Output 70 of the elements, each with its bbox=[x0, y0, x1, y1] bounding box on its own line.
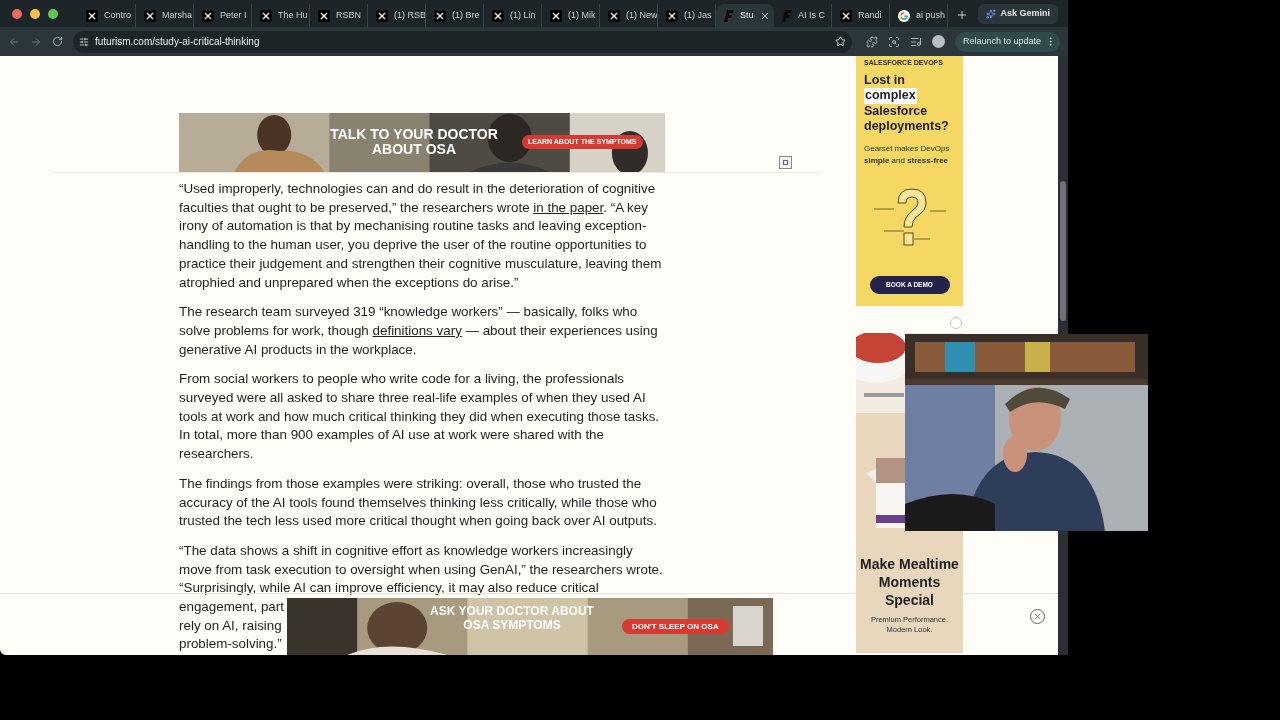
ad-headline: Salesforce deployments? bbox=[864, 103, 950, 135]
new-tab-icon[interactable] bbox=[956, 9, 968, 21]
tab-title: Peter I bbox=[220, 8, 247, 22]
close-window-button[interactable] bbox=[12, 8, 22, 19]
tab-title: AI Is C bbox=[798, 8, 825, 22]
bookmark-star-icon[interactable] bbox=[834, 36, 846, 47]
article-paragraph: “The data shows a shift in cognitive effort as knowledge workers increasingly move from task execution to oversight when using GenAI,” the researchers wrote. bbox=[179, 541, 664, 579]
tab-title: Stu bbox=[740, 8, 754, 22]
tab-title: The Hu bbox=[278, 8, 308, 22]
tab-title: (1) Lin bbox=[510, 8, 536, 22]
tab-title: (1) Bre bbox=[452, 8, 480, 22]
ad-body: Gearset makes DevOps simple and stress-free bbox=[864, 142, 951, 167]
x-logo-icon bbox=[550, 9, 562, 22]
address-field[interactable]: futurism.com/study-ai-critical-thinking bbox=[73, 30, 852, 53]
ad-choices-icon[interactable] bbox=[779, 156, 792, 169]
close-tab-icon[interactable] bbox=[759, 10, 770, 21]
extensions-icon[interactable] bbox=[865, 35, 878, 48]
article-link[interactable]: definitions vary bbox=[372, 322, 462, 338]
x-logo-icon bbox=[608, 9, 620, 22]
tab-title: Contro bbox=[104, 8, 131, 22]
article-text-line: “Surprisingly, while AI can improve efficiency, it may also reduce critical bbox=[179, 579, 599, 598]
x-logo-icon bbox=[144, 9, 156, 22]
x-logo-icon bbox=[318, 9, 330, 22]
tab-title: (1) New bbox=[626, 8, 657, 22]
tab-title: (1) RSB bbox=[394, 8, 425, 22]
ad-headline: complex bbox=[864, 88, 917, 104]
x-logo-icon bbox=[86, 9, 98, 22]
ad-headline: Make Mealtime Moments Special bbox=[859, 555, 960, 609]
ask-gemini-button[interactable]: Ask Gemini bbox=[978, 3, 1058, 24]
article-paragraph: “Used improperly, technologies can and do result in the deterioration of cognitive faculties that ought to be preserved,” the researchers wrote in the paper. “A key irony of automation is that by mechanising routine tasks and leaving exception-handling to the human user, you deprive the user of the routine opportunities to practice their judgement and strengthen their cognitive musculature, leaving them atrophied and unprepared when the exceptions do arise.” bbox=[179, 180, 663, 292]
x-logo-icon bbox=[492, 9, 504, 22]
article-link[interactable]: in the paper bbox=[533, 199, 604, 215]
ad-banner[interactable]: ASK YOUR DOCTOR ABOUT OSA SYMPTOMS DON'T SLEEP ON OSA bbox=[287, 598, 773, 655]
futurism-logo-icon bbox=[724, 9, 734, 22]
x-logo-icon bbox=[434, 9, 446, 22]
article-paragraph: From social workers to people who write code for a living, the professionals surveyed were all asked to share three real-life examples of when they used AI tools at work and how much critical thinking they did when executing those tasks. In total, more than 900 examples of AI use at work were shared with the researchers. bbox=[179, 370, 661, 464]
lens-icon[interactable] bbox=[887, 35, 900, 48]
tab-title: Marsha bbox=[162, 8, 192, 22]
site-settings-icon[interactable] bbox=[79, 36, 89, 47]
ad-cta[interactable]: DON'T SLEEP ON OSA bbox=[622, 619, 729, 634]
browser-tab[interactable]: Stu bbox=[716, 4, 774, 27]
google-logo-icon bbox=[898, 9, 910, 22]
x-logo-icon bbox=[202, 9, 214, 22]
relaunch-button[interactable]: Relaunch to update bbox=[954, 31, 1060, 52]
sparkle-icon bbox=[986, 8, 997, 19]
tab-title: RSBN bbox=[336, 8, 361, 22]
profile-avatar[interactable] bbox=[931, 35, 945, 48]
tab-title: ai push bbox=[916, 8, 946, 22]
close-icon bbox=[1033, 612, 1042, 621]
x-logo-icon bbox=[840, 9, 852, 22]
ad-headline: ASK YOUR DOCTOR ABOUT OSA SYMPTOMS bbox=[429, 604, 595, 632]
url-text: futurism.com/study-ai-critical-thinking bbox=[95, 35, 260, 49]
reload-icon[interactable] bbox=[52, 36, 63, 47]
article-paragraph: The research team surveyed 319 “knowledge workers” — basically, folks who solve problems for work, though definitions vary — about their experiences using generative AI products in the workplace. bbox=[179, 303, 659, 359]
x-logo-icon bbox=[376, 9, 388, 22]
ad-headline: TALK TO YOUR DOCTOR ABOUT OSA bbox=[329, 127, 499, 157]
x-logo-icon bbox=[260, 9, 272, 22]
tab-title: Randi bbox=[858, 8, 882, 22]
tab-title: (1) Mik bbox=[568, 8, 596, 22]
article-paragraph: The findings from those examples were striking: overall, those who trusted the accuracy of the AI tools found themselves thinking less critically, while those who trusted the tech less used more critical thought when going back over AI outputs. bbox=[179, 474, 658, 531]
article-text-line: rely on AI, raising bbox=[179, 616, 282, 635]
futurism-logo-icon bbox=[782, 9, 792, 22]
x-logo-icon bbox=[666, 9, 678, 22]
article-text-line: engagement, part bbox=[179, 598, 284, 617]
article-text-line: problem-solving.” bbox=[179, 635, 282, 654]
ad-headline: Lost in bbox=[864, 72, 905, 88]
maximize-window-button[interactable] bbox=[48, 8, 58, 19]
tab-title: (1) Jas bbox=[684, 8, 712, 22]
reading-list-icon[interactable] bbox=[909, 35, 922, 48]
minimize-window-button[interactable] bbox=[30, 8, 40, 19]
